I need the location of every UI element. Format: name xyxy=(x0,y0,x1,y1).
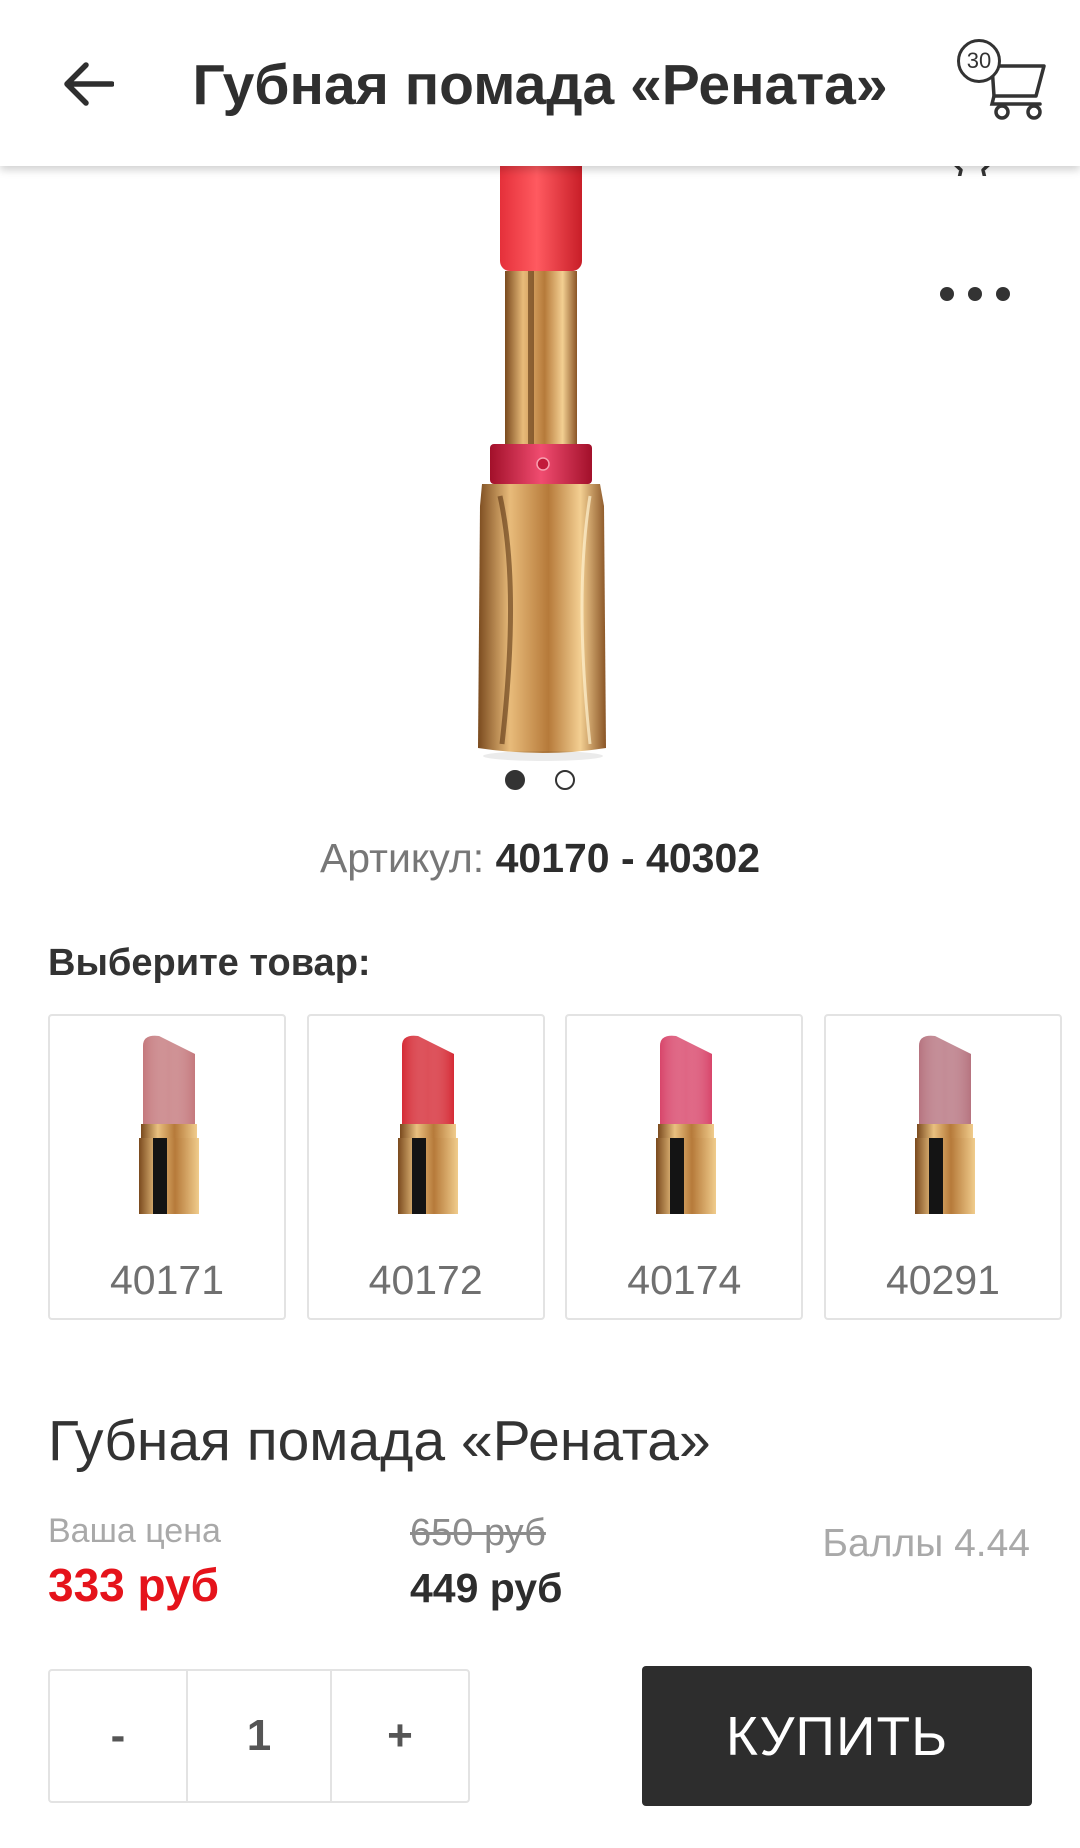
lipstick-image xyxy=(397,1035,458,1214)
product-name: Губная помада «Рената» xyxy=(48,1409,711,1473)
sku-value: 40170 - 40302 xyxy=(495,835,761,881)
star-icon[interactable] xyxy=(944,166,1000,176)
quantity-value[interactable]: 1 xyxy=(188,1671,332,1801)
old-price: 650 руб xyxy=(410,1512,546,1554)
quantity-stepper: - 1 + xyxy=(48,1669,470,1803)
lipstick-image xyxy=(139,1035,199,1214)
bonus-points: Баллы 4.44 xyxy=(822,1522,1030,1565)
arrow-left-icon xyxy=(64,62,114,106)
more-options-button[interactable] xyxy=(940,282,1010,306)
lipstick-image xyxy=(914,1035,975,1214)
buy-button[interactable]: КУПИТЬ xyxy=(642,1666,1032,1806)
variant-heading: Выберите товар: xyxy=(48,942,371,984)
variant-code: 40171 xyxy=(109,1257,224,1303)
variant-list: 40171 40172 40174 40291 xyxy=(48,1014,1062,1320)
regular-price: 449 руб xyxy=(410,1565,563,1611)
carousel-dot-1[interactable] xyxy=(505,770,525,790)
carousel-dot-2[interactable] xyxy=(555,770,575,790)
page-title: Губная помада «Рената» xyxy=(192,53,888,117)
sku-label: Артикул: xyxy=(319,835,485,881)
variant-card[interactable]: 40172 xyxy=(306,1014,545,1320)
variant-code: 40172 xyxy=(368,1257,483,1303)
carousel-indicator xyxy=(505,770,575,790)
cart-count-badge: 30 xyxy=(957,39,1001,83)
decrease-quantity-button[interactable]: - xyxy=(50,1671,188,1801)
sku-line: Артикул: 40170 - 40302 xyxy=(0,835,1080,882)
variant-code: 40291 xyxy=(885,1257,1000,1303)
product-image xyxy=(478,166,606,761)
your-price-label: Ваша цена xyxy=(48,1512,221,1550)
more-horizontal-icon xyxy=(940,287,954,301)
variant-card[interactable]: 40174 xyxy=(565,1014,804,1320)
cart-button[interactable]: 30 xyxy=(952,34,1052,124)
variant-card[interactable]: 40291 xyxy=(823,1014,1062,1320)
back-button[interactable] xyxy=(52,52,124,116)
product-image-carousel[interactable] xyxy=(0,166,1080,786)
variant-code: 40174 xyxy=(627,1257,742,1303)
variant-card[interactable]: 40171 xyxy=(48,1014,286,1320)
app-bar: Губная помада «Рената» 30 xyxy=(0,0,1080,166)
increase-quantity-button[interactable]: + xyxy=(332,1671,468,1801)
lipstick-image xyxy=(656,1035,717,1214)
your-price: 333 руб xyxy=(48,1559,220,1611)
